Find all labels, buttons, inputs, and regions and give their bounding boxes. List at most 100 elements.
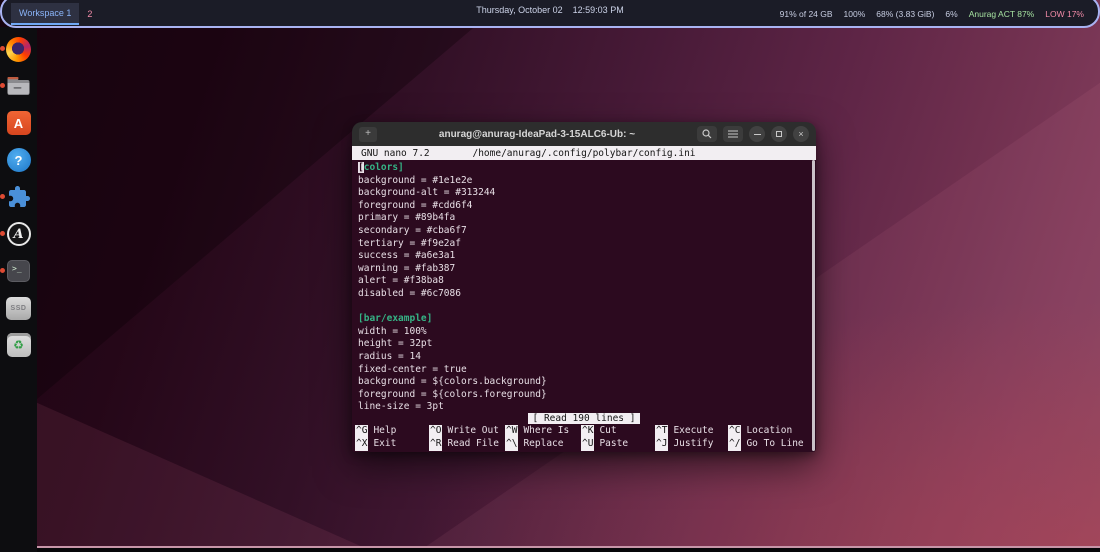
nano-shortcuts: ^G Help ^O Write Out ^W Where Is ^K Cut ^TExecut… <box>355 425 816 451</box>
app-badge-icon: A <box>7 222 31 246</box>
shortcut-label: Justify <box>673 438 713 451</box>
dock-item-extensions[interactable] <box>6 184 32 210</box>
shortcut-hint: ^TExecute <box>655 425 728 438</box>
shortcut-key: ^G <box>355 425 368 438</box>
terminal-titlebar[interactable]: + anurag@anurag-IdeaPad-3-15ALC6-Ub: ~ × <box>352 122 816 146</box>
maximize-icon <box>776 131 782 137</box>
shortcut-key: ^X <box>355 438 368 451</box>
nano-line: line-size = 3pt <box>358 401 807 414</box>
dock-item-app-badge[interactable]: A <box>6 221 32 247</box>
shortcut-hint: ^X Exit <box>355 438 429 451</box>
shortcut-hint: ^/Go To Line <box>728 438 816 451</box>
notification-dot <box>0 83 5 88</box>
text-cursor: [ <box>358 162 364 173</box>
notification-dot <box>0 194 5 199</box>
close-button[interactable]: × <box>793 126 809 142</box>
time-label: 12:59:03 PM <box>573 5 624 15</box>
dock-item-firefox[interactable] <box>6 36 32 62</box>
nano-line: foreground = #cdd6f4 <box>358 200 807 213</box>
shortcut-label: Replace <box>523 438 563 451</box>
nano-line: foreground = ${colors.foreground} <box>358 389 807 402</box>
terminal-window: + anurag@anurag-IdeaPad-3-15ALC6-Ub: ~ ×… <box>352 122 816 452</box>
notification-dot <box>0 268 5 273</box>
nano-line: primary = #89b4fa <box>358 212 807 225</box>
shortcut-hint: ^JJustify <box>655 438 728 451</box>
nano-line <box>358 301 807 314</box>
window-title: anurag@anurag-IdeaPad-3-15ALC6-Ub: ~ <box>383 129 691 140</box>
stat-item: 68% (3.83 GiB) <box>876 9 934 19</box>
shortcut-hint: ^RRead File <box>429 438 505 451</box>
dock-item-trash[interactable]: ♻ <box>6 332 32 358</box>
search-button[interactable] <box>697 126 717 142</box>
shortcut-key: ^U <box>581 438 594 451</box>
nano-line: tertiary = #f9e2af <box>358 238 807 251</box>
shortcut-row: ^X Exit ^RRead File^\ Replace ^UPaste^JJusti… <box>355 438 816 451</box>
shortcut-label: Location <box>746 425 792 438</box>
dock-item-help[interactable]: ? <box>6 147 32 173</box>
shortcut-hint: ^UPaste <box>581 438 655 451</box>
shortcut-label: Where Is <box>523 425 569 438</box>
shortcut-label: Exit <box>373 438 396 451</box>
nano-line: warning = #fab387 <box>358 263 807 276</box>
shortcut-hint: ^\ Replace <box>505 438 581 451</box>
nano-line: background-alt = #313244 <box>358 187 807 200</box>
shortcut-key: ^O <box>429 425 442 438</box>
firefox-icon <box>6 37 31 62</box>
workspace-tab-1[interactable]: Workspace 1 <box>11 3 79 25</box>
search-icon <box>702 129 712 139</box>
minimize-button[interactable] <box>749 126 765 142</box>
shortcut-key: ^K <box>581 425 594 438</box>
shortcut-key: ^C <box>728 425 741 438</box>
dock: A? A >_ SSD ♻ <box>0 27 37 552</box>
dock-item-ssd-drive[interactable]: SSD <box>6 295 32 321</box>
desktop: Workspace 12 Thursday, October 02 12:59:0… <box>0 0 1100 552</box>
wallpaper-bottom-edge <box>0 546 1100 552</box>
date-label: Thursday, October 02 <box>476 5 562 15</box>
nano-line: background = ${colors.background} <box>358 376 807 389</box>
nano-line: alert = #f38ba8 <box>358 275 807 288</box>
shortcut-key: ^\ <box>505 438 518 451</box>
stat-item: 6% <box>945 9 957 19</box>
menu-button[interactable] <box>723 126 743 142</box>
hamburger-icon <box>728 130 738 138</box>
workspace-tab-2[interactable]: 2 <box>79 3 100 25</box>
shortcut-key: ^W <box>505 425 518 438</box>
file-manager-icon <box>6 75 31 97</box>
nano-line: [colors] <box>358 162 807 175</box>
dock-item-terminal[interactable]: >_ <box>6 258 32 284</box>
nano-header: GNU nano 7.2 /home/anurag/.config/polyba… <box>352 146 816 160</box>
system-stats: 91% of 24 GB100%68% (3.83 GiB)6%Anurag A… <box>780 9 1084 19</box>
maximize-button[interactable] <box>771 126 787 142</box>
notification-dot <box>0 46 5 51</box>
shortcut-hint: ^W Where Is <box>505 425 581 438</box>
shortcut-label: Write Out <box>447 425 498 438</box>
stat-item: 91% of 24 GB <box>780 9 833 19</box>
shortcut-hint: ^O Write Out <box>429 425 505 438</box>
nano-line: background = #1e1e2e <box>358 175 807 188</box>
shortcut-hint: ^K Cut <box>581 425 655 438</box>
shortcut-label: Help <box>373 425 396 438</box>
notification-dot <box>0 231 5 236</box>
terminal-icon: >_ <box>7 260 30 282</box>
help-icon: ? <box>7 148 31 172</box>
polybar: Workspace 12 Thursday, October 02 12:59:0… <box>0 0 1100 28</box>
minimize-icon <box>754 134 761 135</box>
stat-item: Anurag ACT 87% <box>969 9 1035 19</box>
terminal-scrollbar[interactable] <box>812 160 815 451</box>
trash-icon: ♻ <box>7 333 31 357</box>
new-tab-button[interactable]: + <box>359 127 377 142</box>
shortcut-label: Go To Line <box>746 438 803 451</box>
ssd-drive-icon: SSD <box>6 297 31 320</box>
close-icon: × <box>798 130 803 139</box>
nano-line: disabled = #6c7086 <box>358 288 807 301</box>
shortcut-label: Cut <box>599 425 616 438</box>
nano-content: [colors]background = #1e1e2ebackground-a… <box>358 162 807 414</box>
shortcut-row: ^G Help ^O Write Out ^W Where Is ^K Cut ^TExecut… <box>355 425 816 438</box>
shortcut-key: ^T <box>655 425 668 438</box>
terminal-content[interactable]: [colors]background = #1e1e2ebackground-a… <box>352 160 816 452</box>
nano-line: success = #a6e3a1 <box>358 250 807 263</box>
extensions-icon <box>7 185 31 209</box>
dock-item-software-center[interactable]: A <box>6 110 32 136</box>
dock-item-file-manager[interactable] <box>6 73 32 99</box>
nano-file-path: /home/anurag/.config/polybar/config.ini <box>472 148 695 159</box>
